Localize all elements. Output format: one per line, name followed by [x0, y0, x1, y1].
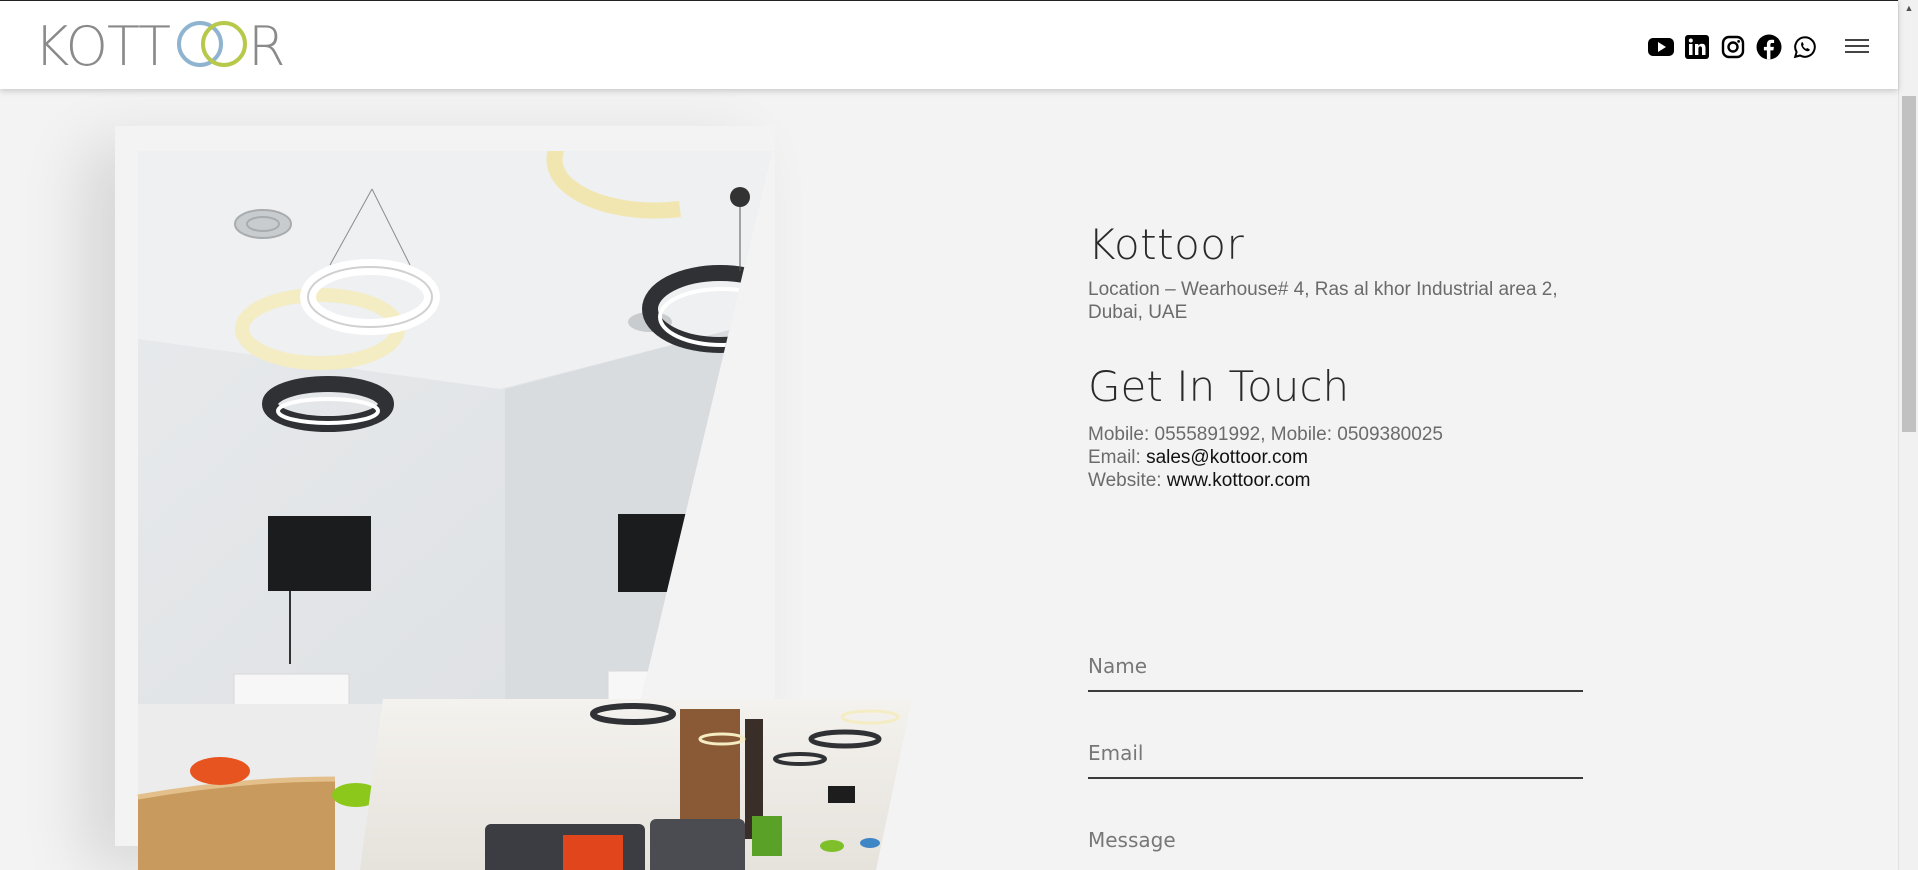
- contact-details: Mobile: 0555891992, Mobile: 0509380025 E…: [1088, 423, 1608, 492]
- showroom-images: [137, 151, 912, 870]
- kottoor-logo[interactable]: KOTT R: [34, 19, 286, 69]
- office-photo-1: [138, 151, 772, 704]
- whatsapp-icon[interactable]: [1792, 34, 1818, 60]
- company-info: Kottoor Location – Wearhouse# 4, Ras al …: [1088, 218, 1608, 492]
- mobile-numbers: Mobile: 0555891992, Mobile: 0509380025: [1088, 424, 1443, 445]
- email-label: Email:: [1088, 447, 1147, 468]
- page-scrollbar[interactable]: ▲: [1898, 0, 1918, 870]
- logo-ring-blue: [177, 21, 223, 67]
- email-link[interactable]: sales@kottoor.com: [1146, 447, 1308, 468]
- instagram-icon[interactable]: [1720, 34, 1746, 60]
- hamburger-menu-icon[interactable]: [1845, 35, 1871, 57]
- email-field[interactable]: Email: [1088, 727, 1583, 779]
- message-field[interactable]: Message: [1088, 814, 1583, 866]
- message-placeholder: Message: [1088, 828, 1176, 852]
- get-in-touch-heading: Get In Touch: [1088, 362, 1350, 411]
- website-label: Website:: [1088, 470, 1167, 491]
- scroll-thumb[interactable]: [1902, 96, 1916, 432]
- linkedin-icon[interactable]: [1684, 34, 1710, 60]
- contact-form: Name Email Message: [1088, 640, 1583, 870]
- logo-text-right: R: [248, 19, 286, 69]
- site-header: KOTT R: [0, 0, 1898, 89]
- name-placeholder: Name: [1088, 654, 1148, 678]
- scroll-up-arrow-icon[interactable]: ▲: [1899, 0, 1918, 16]
- website-link[interactable]: www.kottoor.com: [1167, 470, 1311, 491]
- website-row: Website: www.kottoor.com: [1088, 469, 1608, 492]
- company-name: Kottoor: [1088, 220, 1245, 269]
- company-address: Location – Wearhouse# 4, Ras al khor Ind…: [1088, 278, 1593, 324]
- logo-ring-green: [201, 21, 247, 67]
- logo-text-left: KOTT: [34, 19, 170, 69]
- facebook-icon[interactable]: [1756, 34, 1782, 60]
- office-photo-2: [360, 699, 912, 870]
- email-row: Email: sales@kottoor.com: [1088, 446, 1608, 469]
- youtube-icon[interactable]: [1648, 34, 1674, 60]
- address-line-2: Dubai, UAE: [1088, 302, 1188, 323]
- address-line-1: Location – Wearhouse# 4, Ras al khor Ind…: [1088, 279, 1558, 300]
- email-placeholder: Email: [1088, 741, 1144, 765]
- name-field[interactable]: Name: [1088, 640, 1583, 692]
- social-links: [1648, 34, 1818, 60]
- office-photo-1-bottom: [137, 704, 383, 870]
